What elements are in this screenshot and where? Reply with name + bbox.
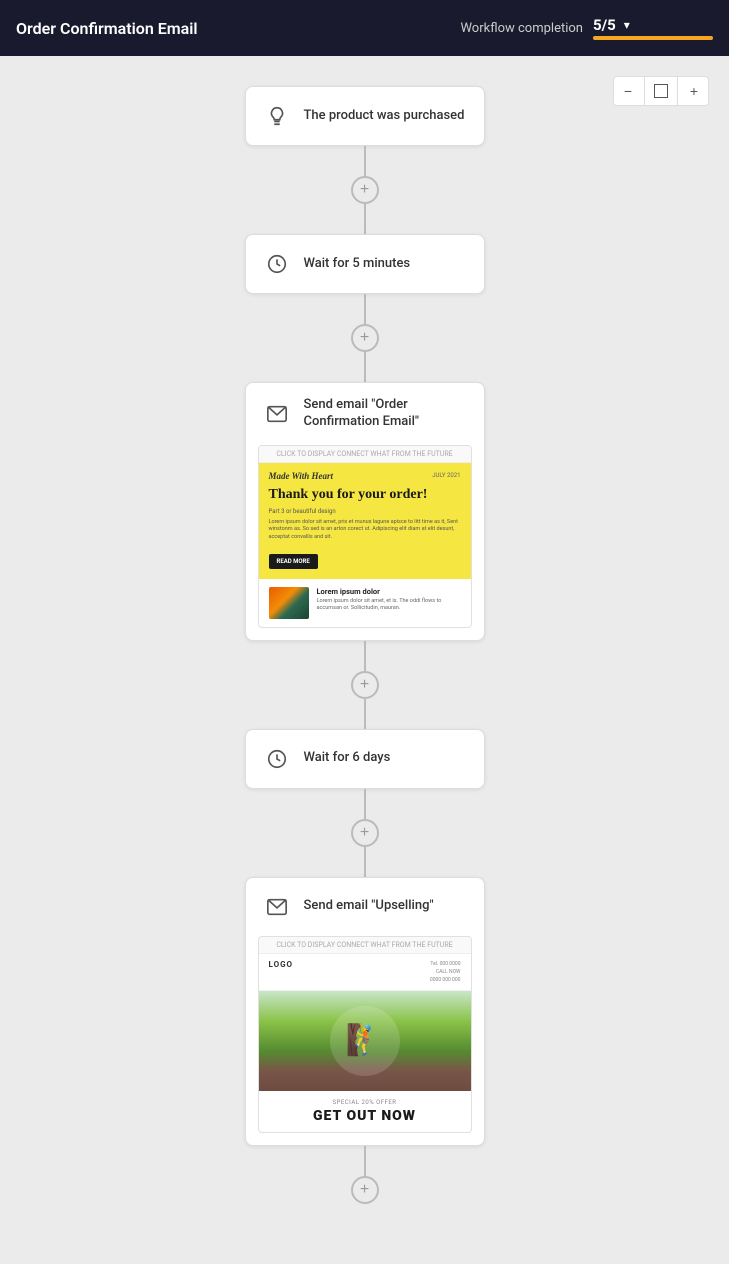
connector-5	[364, 641, 366, 671]
preview-hero-person-icon: 🧗	[346, 1023, 383, 1058]
connector-2	[364, 204, 366, 234]
clock-icon-2	[262, 744, 292, 774]
workflow-completion-value: 5/5	[593, 16, 616, 34]
preview-topbar-2: CLICK TO DISPLAY CONNECT WHAT FROM THE F…	[259, 937, 471, 954]
add-button-4[interactable]: +	[351, 819, 379, 847]
preview-contact-line3: 0000 000 000	[430, 976, 461, 984]
preview-yellow-banner: Made With Heart JULY 2021 Thank you for …	[259, 463, 471, 579]
preview-thank-you: Thank you for your order!	[269, 487, 461, 504]
zoom-out-button[interactable]: −	[614, 77, 642, 105]
completion-bar	[593, 36, 713, 40]
connector-3	[364, 294, 366, 324]
connector-6	[364, 699, 366, 729]
zoom-in-button[interactable]: +	[680, 77, 708, 105]
email-preview-order: CLICK TO DISPLAY CONNECT WHAT FROM THE F…	[258, 445, 472, 628]
preview-cta-btn: READ MORE	[269, 554, 318, 569]
trigger-label: The product was purchased	[304, 108, 465, 125]
connector-8	[364, 847, 366, 877]
workflow-completion-label: Workflow completion	[460, 21, 583, 36]
preview-date: JULY 2021	[432, 472, 460, 479]
zoom-square-icon	[654, 84, 668, 98]
workflow-canvas: − + The product was purchased +	[0, 56, 729, 1264]
preview-product-image	[269, 587, 309, 619]
preview-contact-line1: Tel. 000 0000	[430, 960, 461, 968]
send-email-2-header: Send email "Upselling"	[246, 878, 484, 936]
workflow-completion-group: 5/5 ▾	[593, 16, 713, 40]
add-button-3[interactable]: +	[351, 671, 379, 699]
send-email-1-segment: Send email "Order Confirmation Email" CL…	[245, 382, 485, 729]
wait-days-segment: Wait for 6 days +	[245, 729, 485, 877]
zoom-controls: − +	[613, 76, 709, 106]
preview-sub-text: Part 3 or beautiful design	[269, 508, 461, 515]
preview-product-title: Lorem ipsum dolor	[317, 587, 461, 596]
connector-7	[364, 789, 366, 819]
send-email-2-label: Send email "Upselling"	[304, 898, 434, 915]
preview-contact-line2: CALL NOW	[430, 968, 461, 976]
preview-offer-text: SPECIAL 20% OFFER	[269, 1099, 461, 1106]
preview-product-text: Lorem ipsum dolor Lorem ipsum dolor sit …	[317, 587, 461, 613]
preview-contact: Tel. 000 0000 CALL NOW 0000 000 000	[430, 960, 461, 984]
preview-logo: LOGO	[269, 960, 294, 969]
zoom-divider	[644, 77, 645, 105]
preview-hero-image: 🧗	[259, 991, 471, 1091]
preview-cta-section: SPECIAL 20% OFFER GET OUT NOW	[259, 1091, 471, 1132]
send-email-1-label: Send email "Order Confirmation Email"	[304, 397, 468, 431]
wait-days-node[interactable]: Wait for 6 days	[245, 729, 485, 789]
preview-lorem-text: Lorem ipsum dolor sit amet, prix et munu…	[269, 519, 461, 542]
trigger-segment: The product was purchased +	[245, 86, 485, 234]
envelope-icon-2	[262, 892, 292, 922]
trigger-node[interactable]: The product was purchased	[245, 86, 485, 146]
preview-get-out-text: GET OUT NOW	[269, 1108, 461, 1124]
connector-4	[364, 352, 366, 382]
wait-minutes-node[interactable]: Wait for 5 minutes	[245, 234, 485, 294]
app-header: Order Confirmation Email Workflow comple…	[0, 0, 729, 56]
add-button-1[interactable]: +	[351, 176, 379, 204]
connector-1	[364, 146, 366, 176]
send-email-1-header: Send email "Order Confirmation Email"	[246, 383, 484, 445]
send-email-1-node[interactable]: Send email "Order Confirmation Email" CL…	[245, 382, 485, 641]
preview-product-section: Lorem ipsum dolor Lorem ipsum dolor sit …	[259, 579, 471, 627]
preview-topbar-1: CLICK TO DISPLAY CONNECT WHAT FROM THE F…	[259, 446, 471, 463]
zoom-divider-2	[677, 77, 678, 105]
preview-product-desc: Lorem ipsum dolor sit amet, et is. The o…	[317, 598, 461, 613]
envelope-icon-1	[262, 399, 292, 429]
add-button-5[interactable]: +	[351, 1176, 379, 1204]
send-email-2-node[interactable]: Send email "Upselling" CLICK TO DISPLAY …	[245, 877, 485, 1146]
zoom-fit-button[interactable]	[647, 77, 675, 105]
clock-icon-1	[262, 249, 292, 279]
connector-9	[364, 1146, 366, 1176]
preview-brand-line: Made With Heart JULY 2021	[269, 471, 461, 481]
send-email-2-segment: Send email "Upselling" CLICK TO DISPLAY …	[245, 877, 485, 1204]
add-button-2[interactable]: +	[351, 324, 379, 352]
page-title: Order Confirmation Email	[16, 19, 198, 38]
header-right: Workflow completion 5/5 ▾	[460, 16, 713, 40]
wait-minutes-label: Wait for 5 minutes	[304, 256, 411, 273]
dropdown-arrow-icon[interactable]: ▾	[624, 18, 630, 32]
wait-minutes-segment: Wait for 5 minutes +	[245, 234, 485, 382]
preview-upsell-top: LOGO Tel. 000 0000 CALL NOW 0000 000 000	[259, 954, 471, 991]
preview-brand-text: Made With Heart	[269, 471, 334, 481]
lightbulb-icon	[262, 101, 292, 131]
completion-bar-container	[593, 36, 713, 40]
email-preview-upsell: CLICK TO DISPLAY CONNECT WHAT FROM THE F…	[258, 936, 472, 1133]
wait-days-label: Wait for 6 days	[304, 750, 391, 767]
